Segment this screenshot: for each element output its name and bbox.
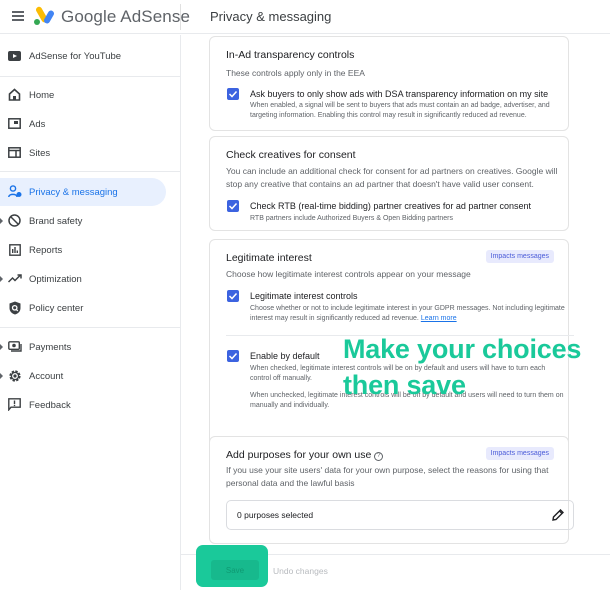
card-subtitle: You can include an additional check for …	[226, 166, 558, 189]
sidebar-item-feedback[interactable]: Feedback	[0, 391, 166, 419]
sidebar-item-label: AdSense for YouTube	[29, 50, 122, 62]
top-app-bar: Google AdSense Privacy & messaging	[0, 0, 610, 34]
checkmark-icon	[228, 202, 238, 210]
dsa-transparency-checkbox[interactable]	[227, 88, 239, 100]
option-title: Legitimate interest controls	[250, 291, 358, 301]
sidebar-divider	[0, 171, 181, 172]
option-title: Ask buyers to only show ads with DSA tra…	[250, 89, 549, 99]
footer-action-bar: Save Undo changes	[181, 545, 610, 590]
card-title: Check creatives for consent	[226, 149, 356, 161]
sidebar-item-policy-center[interactable]: Policy center	[0, 294, 166, 322]
reports-icon	[7, 242, 22, 257]
card-title: Add purposes for your own use ?	[226, 449, 384, 461]
menu-icon[interactable]	[12, 11, 24, 21]
sidebar-item-label: Optimization	[29, 273, 82, 285]
privacy-icon	[7, 184, 22, 199]
sidebar-item-label: Reports	[29, 244, 63, 256]
option-description: Choose whether or not to include legitim…	[250, 304, 565, 324]
legitimate-interest-controls-checkbox[interactable]	[227, 290, 239, 302]
learn-more-link[interactable]: Learn more	[421, 315, 457, 322]
sidebar-item-label: Policy center	[29, 302, 84, 314]
sidebar-item-label: Account	[29, 370, 64, 382]
card-title: In-Ad transparency controls	[226, 49, 355, 61]
enable-by-default-checkbox[interactable]	[227, 350, 239, 362]
expand-caret-icon	[0, 276, 3, 282]
purposes-field-value: 0 purposes selected	[237, 510, 314, 520]
sidebar-item-label: Privacy & messaging	[29, 186, 118, 198]
checkmark-icon	[228, 90, 238, 98]
edit-pencil-icon[interactable]	[551, 508, 565, 522]
card-check-creatives: Check creatives for consent You can incl…	[209, 136, 569, 231]
card-subtitle: These controls apply only in the EEA	[226, 68, 365, 78]
save-button[interactable]: Save	[211, 560, 259, 580]
undo-changes-button[interactable]: Undo changes	[273, 566, 328, 576]
option-description: When unchecked, legitimate interest cont…	[250, 392, 564, 409]
sidebar: AdSense for YouTube Home Ads Sites Priva…	[0, 35, 181, 590]
sidebar-divider	[0, 76, 181, 77]
ads-icon	[7, 116, 22, 131]
sidebar-item-label: Feedback	[29, 399, 71, 411]
sidebar-item-reports[interactable]: Reports	[0, 236, 166, 264]
rtb-consent-checkbox[interactable]	[227, 200, 239, 212]
card-subtitle: If you use your site users' data for you…	[226, 465, 549, 488]
page-title: Privacy & messaging	[210, 9, 332, 24]
impacts-messages-badge: Impacts messages	[485, 447, 554, 460]
sidebar-item-label: Payments	[29, 341, 72, 353]
card-subtitle: Choose how legitimate interest controls …	[226, 269, 471, 279]
block-icon	[7, 213, 22, 228]
expand-caret-icon	[0, 373, 3, 379]
option-description: When enabled, a signal will be sent to b…	[250, 102, 550, 119]
help-icon[interactable]: ?	[374, 452, 384, 461]
expand-caret-icon	[0, 218, 3, 224]
purposes-field[interactable]: 0 purposes selected	[226, 500, 574, 530]
sidebar-item-label: Sites	[29, 147, 51, 159]
card-add-purposes: Add purposes for your own use ? Impacts …	[209, 436, 574, 544]
option-divider	[226, 335, 574, 336]
policy-icon	[7, 300, 22, 315]
checkmark-icon	[228, 292, 238, 300]
option-title: Check RTB (real-time bidding) partner cr…	[250, 201, 531, 211]
sidebar-item-ads[interactable]: Ads	[0, 110, 166, 138]
sidebar-item-privacy-messaging[interactable]: Privacy & messaging	[0, 178, 166, 206]
payments-icon	[7, 339, 22, 354]
option-description: When checked, legitimate interest contro…	[250, 365, 546, 382]
youtube-icon	[7, 48, 22, 63]
option-title: Enable by default	[250, 351, 320, 361]
sidebar-item-brand-safety[interactable]: Brand safety	[0, 207, 166, 235]
card-title-text: Add purposes for your own use	[226, 449, 372, 461]
sidebar-item-sites[interactable]: Sites	[0, 139, 166, 167]
sidebar-item-label: Home	[29, 89, 55, 101]
sidebar-item-home[interactable]: Home	[0, 81, 166, 109]
feedback-icon	[7, 397, 22, 412]
header-divider	[180, 4, 181, 30]
trending-icon	[7, 271, 22, 286]
sidebar-divider	[0, 327, 181, 328]
option-description: RTB partners include Authorized Buyers &…	[250, 215, 453, 222]
settings-icon	[7, 368, 22, 383]
sidebar-item-label: Brand safety	[29, 215, 83, 227]
sidebar-item-optimization[interactable]: Optimization	[0, 265, 166, 293]
option-description-text: Choose whether or not to include legitim…	[250, 305, 565, 322]
sites-icon	[7, 145, 22, 160]
checkmark-icon	[228, 352, 238, 360]
expand-caret-icon	[0, 344, 3, 350]
main-content: In-Ad transparency controls These contro…	[181, 35, 610, 555]
adsense-logo-icon	[34, 6, 54, 25]
card-in-ad-transparency: In-Ad transparency controls These contro…	[209, 36, 569, 131]
sidebar-item-label: Ads	[29, 118, 46, 130]
sidebar-item-payments[interactable]: Payments	[0, 333, 166, 361]
card-legitimate-interest: Legitimate interest Impacts messages Cho…	[209, 239, 574, 461]
sidebar-item-adsense-for-youtube[interactable]: AdSense for YouTube	[0, 42, 166, 70]
card-title: Legitimate interest	[226, 252, 312, 264]
impacts-messages-badge: Impacts messages	[485, 250, 554, 263]
app-name[interactable]: Google AdSense	[61, 7, 190, 27]
home-icon	[7, 87, 22, 102]
sidebar-item-account[interactable]: Account	[0, 362, 166, 390]
